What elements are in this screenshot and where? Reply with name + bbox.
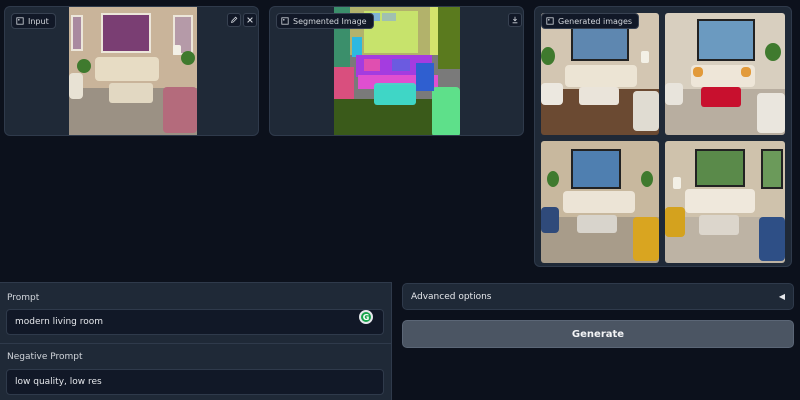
triangle-left-icon: ◀ (778, 292, 785, 301)
input-image[interactable] (69, 7, 197, 135)
advanced-options-label: Advanced options (411, 291, 492, 302)
generate-button[interactable]: Generate (402, 320, 794, 348)
segmented-label: Segmented Image (293, 16, 367, 26)
download-icon (512, 16, 518, 24)
pencil-icon (231, 16, 238, 23)
image-icon (546, 17, 554, 25)
prompt-input[interactable]: modern living room (6, 309, 384, 335)
advanced-options-toggle[interactable]: Advanced options ◀ (402, 283, 794, 310)
negative-prompt-input[interactable]: low quality, low res (6, 369, 384, 395)
input-label-chip: Input (11, 13, 56, 29)
segmented-label-chip: Segmented Image (276, 13, 374, 29)
download-button[interactable] (508, 13, 522, 27)
generated-panel: Generated images (534, 6, 792, 267)
prompt-divider (0, 343, 392, 344)
negative-prompt-label: Negative Prompt (7, 352, 83, 362)
clear-button[interactable] (243, 13, 257, 27)
grammarly-icon[interactable]: G (359, 310, 373, 324)
generated-label-chip: Generated images (541, 13, 640, 29)
prompt-label: Prompt (7, 293, 40, 303)
edit-button[interactable] (227, 13, 241, 27)
image-icon (16, 17, 24, 25)
generated-label: Generated images (558, 16, 633, 26)
generated-image-3[interactable] (541, 141, 659, 263)
input-label: Input (28, 16, 49, 26)
generated-image-1[interactable] (541, 13, 659, 135)
prompt-form: Prompt modern living room G Negative Pro… (0, 282, 392, 400)
generated-image-4[interactable] (665, 141, 785, 263)
input-panel: Input (4, 6, 259, 136)
image-icon (281, 17, 289, 25)
segmented-panel: Segmented Image (269, 6, 524, 136)
close-icon (247, 17, 253, 23)
generated-image-2[interactable] (665, 13, 785, 135)
